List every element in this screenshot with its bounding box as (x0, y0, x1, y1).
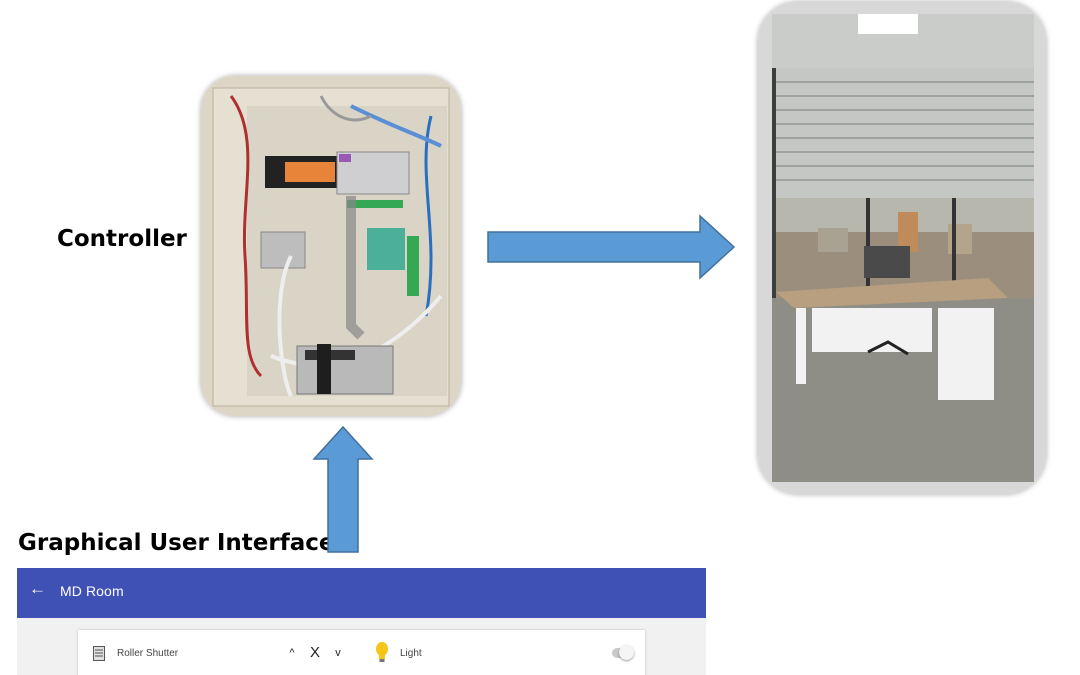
light-label: Light (400, 648, 422, 659)
app-bar: ← MD Room (17, 568, 706, 618)
gui-label: Graphical User Interface (18, 530, 335, 556)
up-arrow (312, 425, 374, 553)
device-card: Roller Shutter ^ X v Light (78, 630, 645, 675)
arrow-back-icon[interactable]: ← (29, 579, 49, 599)
office-photo (758, 2, 1046, 494)
controller-photo (201, 76, 461, 416)
light-toggle-knob[interactable] (619, 645, 634, 660)
lightbulb-icon (376, 642, 388, 662)
gui-screenshot: ← MD Room Roller Shutter ^ X v Light (17, 568, 706, 675)
controller-label: Controller (57, 226, 187, 252)
roller-shutter-label: Roller Shutter (117, 648, 179, 659)
shutter-up-button[interactable]: ^ (282, 642, 302, 664)
right-arrow (487, 214, 736, 280)
shutter-stop-button[interactable]: X (304, 642, 326, 664)
shutter-down-button[interactable]: v (328, 642, 348, 664)
room-title: MD Room (60, 583, 124, 599)
shutter-icon (93, 646, 105, 661)
